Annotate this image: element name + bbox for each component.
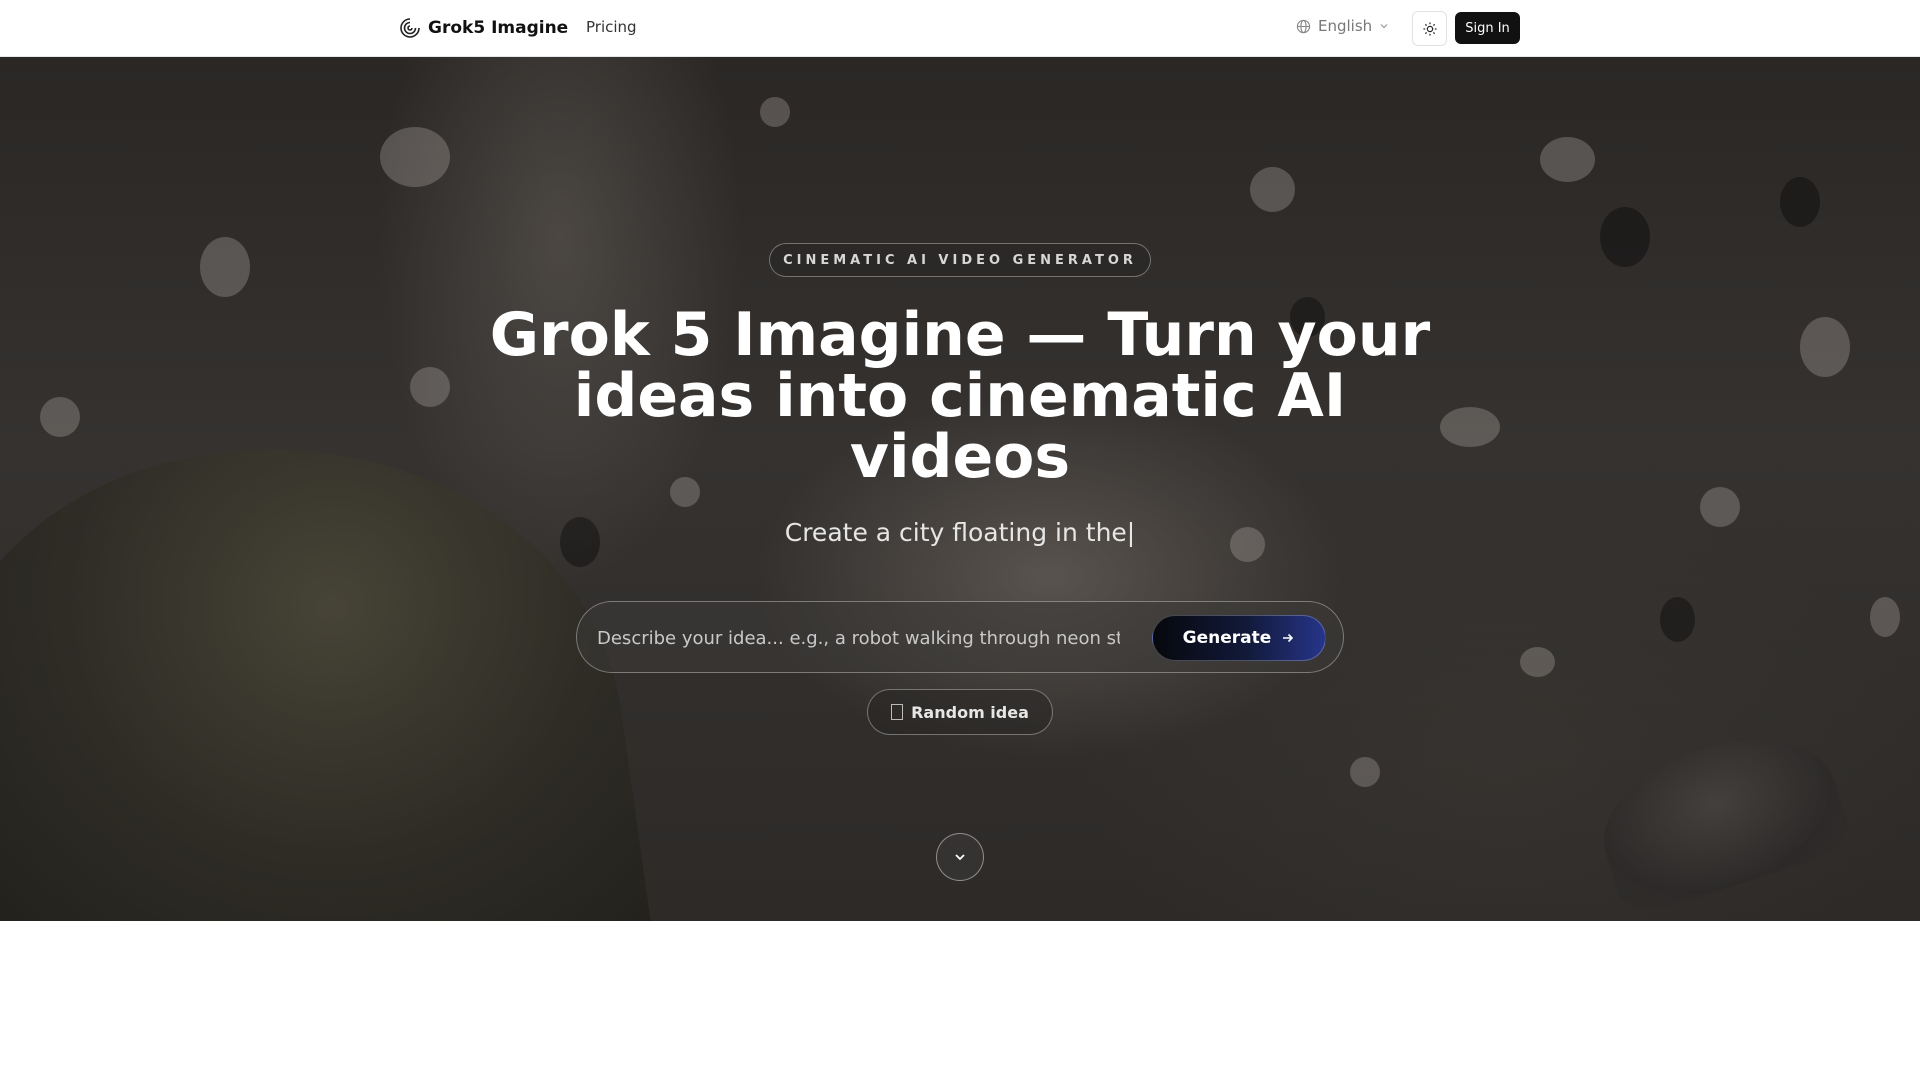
background-droplet xyxy=(760,97,790,127)
globe-icon xyxy=(1296,19,1311,33)
arrow-right-icon xyxy=(1283,633,1294,643)
top-navbar: Grok5 Imagine Pricing English Sign In xyxy=(0,0,1920,57)
language-label: English xyxy=(1318,17,1373,35)
random-idea-button[interactable]: Random idea xyxy=(867,689,1053,735)
background-droplet xyxy=(1700,487,1740,527)
background-droplet xyxy=(1780,177,1820,227)
language-selector[interactable]: English xyxy=(1296,17,1389,35)
theme-toggle-button[interactable] xyxy=(1412,11,1447,46)
generate-button[interactable]: Generate xyxy=(1152,615,1326,661)
background-droplet xyxy=(1800,317,1850,377)
typing-text: Create a city floating in the| xyxy=(784,518,1136,547)
background-droplet xyxy=(1350,757,1380,787)
generate-label: Generate xyxy=(1182,628,1272,648)
chevron-down-icon xyxy=(1380,24,1388,29)
hero-section: CINEMATIC AI VIDEO GENERATOR Grok 5 Imag… xyxy=(0,57,1920,921)
background-droplet xyxy=(200,237,250,297)
background-droplet xyxy=(410,367,450,407)
background-droplet xyxy=(1660,597,1695,642)
background-droplet xyxy=(1600,207,1650,267)
grok-logo-icon xyxy=(400,18,420,38)
scroll-down-button[interactable] xyxy=(936,833,984,881)
background-droplet xyxy=(40,397,80,437)
sign-in-button[interactable]: Sign In xyxy=(1455,12,1520,44)
background-droplet xyxy=(1540,137,1595,182)
prompt-input[interactable] xyxy=(597,620,1120,656)
chevron-down-icon xyxy=(955,854,965,861)
background-droplet xyxy=(380,127,450,187)
dice-icon xyxy=(891,704,904,720)
random-idea-label: Random idea xyxy=(911,702,1029,722)
background-rock xyxy=(1584,713,1856,921)
brand-name: Grok5 Imagine xyxy=(428,18,569,38)
hero-badge: CINEMATIC AI VIDEO GENERATOR xyxy=(769,243,1151,277)
sun-icon xyxy=(1422,21,1437,36)
brand-link[interactable]: Grok5 Imagine xyxy=(398,15,568,41)
prompt-bar: Generate xyxy=(576,601,1344,673)
nav-pricing-link[interactable]: Pricing xyxy=(586,18,637,36)
background-droplet xyxy=(1250,167,1295,212)
background-droplet xyxy=(1520,647,1555,677)
hero-title: Grok 5 Imagine — Turn your ideas into ci… xyxy=(489,300,1431,492)
background-droplet xyxy=(1870,597,1900,637)
